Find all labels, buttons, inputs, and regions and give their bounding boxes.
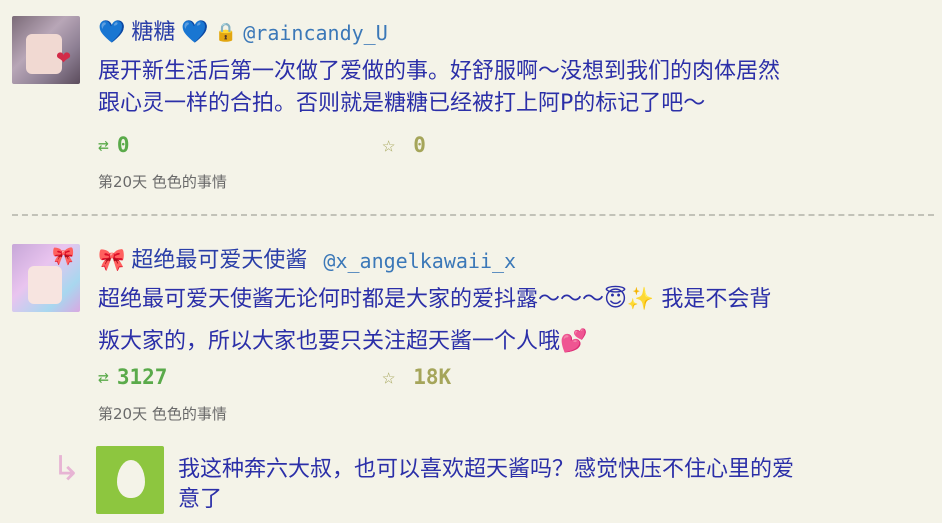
user-handle[interactable]: @x_angelkawaii_x — [323, 248, 516, 274]
bow-icon: 🎀 — [52, 246, 75, 267]
blue-heart-icon: 💙 — [98, 20, 126, 45]
like-count: 18K — [413, 365, 452, 389]
post-text-line: 超绝最可爱天使酱无论何时都是大家的爱抖露～～～😇✨ 我是不会背 — [98, 287, 772, 312]
post-header: 🎀 超绝最可爱天使酱 @x_angelkawaii_x — [98, 248, 516, 274]
display-name[interactable]: 糖糖 — [131, 20, 175, 46]
lock-icon: 🔒 — [214, 22, 238, 43]
star-icon: ☆ — [382, 364, 396, 390]
retweet-icon: ⇄ — [98, 134, 109, 156]
retweet-icon: ⇄ — [98, 366, 109, 388]
post-text-line: 叛大家的，所以大家也要只关注超天酱一个人哦💕 — [98, 329, 588, 354]
like-count: 0 — [413, 133, 426, 157]
avatar-face — [28, 266, 62, 304]
reply-text-line: 我这种奔六大叔，也可以喜欢超天酱吗？感觉快压不住心里的爱 — [178, 457, 795, 482]
like-button[interactable]: ☆ 0 — [382, 133, 426, 158]
reply-text: 我这种奔六大叔，也可以喜欢超天酱吗？感觉快压不住心里的爱 意了 — [178, 455, 794, 515]
retweet-count: 3127 — [116, 365, 168, 389]
avatar[interactable]: ❤ — [12, 16, 80, 84]
reply-text-line: 意了 — [178, 487, 223, 512]
post-meta: 第20天 色色的事情 — [98, 173, 227, 191]
egg-avatar-icon — [117, 460, 145, 498]
reply-arrow-icon: ↳ — [52, 449, 81, 489]
post-text-line: 展开新生活后第一次做了爱做的事。好舒服啊～没想到我们的肉体居然 — [98, 59, 781, 84]
divider — [12, 214, 934, 216]
retweet-count: 0 — [116, 133, 130, 157]
avatar[interactable] — [96, 446, 164, 514]
like-area: ☆ 18K — [382, 364, 451, 390]
ribbon-icon: 🎀 — [98, 248, 126, 273]
post-text-line: 跟心灵一样的合拍。否则就是糖糖已经被打上阿P的标记了吧～ — [98, 91, 706, 116]
heart-eye-icon: ❤ — [56, 48, 72, 69]
post-header: 💙 糖糖 💙 🔒 @raincandy_U — [98, 20, 388, 46]
display-name[interactable]: 超绝最可爱天使酱 — [131, 248, 307, 274]
like-button[interactable]: ☆ 18K — [382, 365, 451, 390]
retweet-button[interactable]: ⇄ 0 — [98, 133, 130, 157]
user-handle[interactable]: @raincandy_U — [243, 20, 388, 46]
post-meta: 第20天 色色的事情 — [98, 405, 227, 423]
like-area: ☆ 0 — [382, 132, 426, 158]
post-actions: ⇄ 0 — [98, 132, 130, 158]
retweet-button[interactable]: ⇄ 3127 — [98, 365, 167, 389]
star-icon: ☆ — [382, 132, 396, 158]
avatar[interactable]: 🎀 — [12, 244, 80, 312]
blue-heart-icon: 💙 — [181, 20, 209, 45]
post-actions: ⇄ 3127 — [98, 364, 167, 390]
